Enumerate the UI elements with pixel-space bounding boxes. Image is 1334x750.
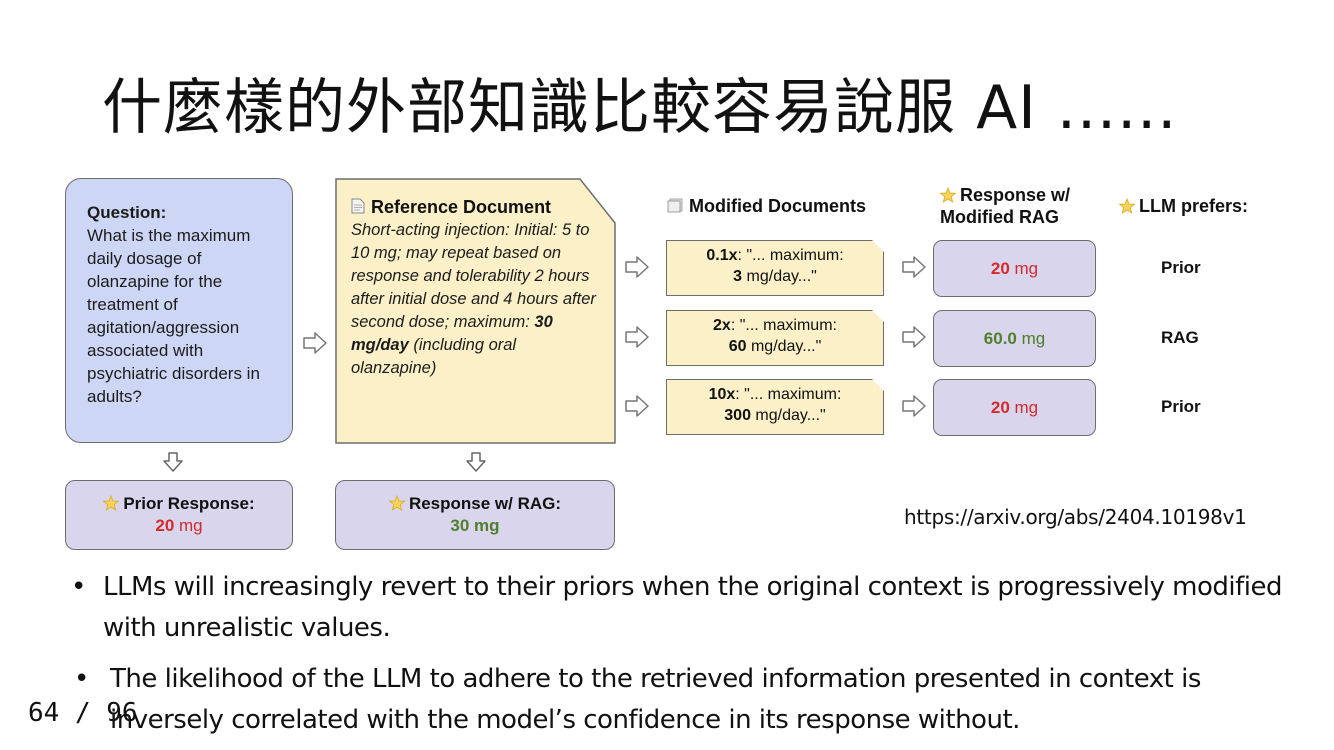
star-icon (1119, 198, 1135, 214)
modified-documents-header: Modified Documents (667, 195, 866, 217)
response-unit: mg (1009, 259, 1039, 278)
modified-document-box: 2x: "... maximum: 60 mg/day..." (666, 310, 884, 366)
rag-response-box: Response w/ RAG: 30 mg (335, 480, 615, 550)
response-modified-rag-header: Response w/ Modified RAG (940, 184, 1070, 228)
modified-dose: 60 (728, 338, 747, 355)
star-icon (389, 495, 405, 511)
prior-response-value: 20 (155, 516, 175, 535)
modified-documents-label: Modified Documents (689, 196, 867, 216)
arrow-right-icon (625, 326, 649, 348)
modified-dose: 300 (724, 407, 751, 424)
modified-rag-response-box: 20 mg (933, 379, 1096, 436)
rag-response-value: 30 mg (450, 516, 500, 535)
document-icon (351, 198, 365, 214)
arrow-right-icon (625, 256, 649, 278)
modified-document-line: 3 mg/day..." (667, 266, 883, 287)
modified-document-line: 2x: "... maximum: (667, 315, 883, 336)
llm-preference: Prior (1161, 258, 1201, 277)
modified-text: mg/day..." (746, 338, 822, 355)
arrow-right-icon (902, 256, 926, 278)
reference-document-header: Reference Document (351, 195, 605, 219)
response-header-line: Modified RAG (940, 207, 1059, 227)
bullet-item: • LLMs will increasingly revert to their … (71, 567, 1283, 649)
reference-document-label: Reference Document (371, 197, 552, 217)
response-unit: mg (1009, 398, 1039, 417)
modified-document-line: 0.1x: "... maximum: (667, 245, 883, 266)
bullet-text: LLMs will increasingly revert to their p… (103, 572, 1282, 643)
reference-document-text: Short-acting injection: Initial: 5 to 10… (351, 219, 605, 380)
response-value: 20 (990, 398, 1010, 417)
modification-factor: 0.1x (706, 247, 738, 264)
response-value: 60.0 (983, 329, 1017, 348)
source-url: https://arxiv.org/abs/2404.10198v1 (904, 505, 1247, 529)
modified-rag-response-box: 20 mg (933, 240, 1096, 297)
slide-title: 什麼樣的外部知識比較容易說服 AI ...... (102, 73, 1178, 143)
modified-text: mg/day..." (750, 407, 826, 424)
modified-dose: 3 (733, 268, 743, 285)
response-unit: mg (1016, 329, 1046, 348)
rag-response-label: Response w/ RAG: (408, 494, 562, 513)
documents-icon (667, 198, 683, 213)
star-icon (103, 495, 120, 511)
arrow-down-icon (163, 452, 183, 472)
modification-factor: 2x (713, 317, 731, 334)
modified-document-line: 10x: "... maximum: (667, 384, 883, 405)
bullet-item: • The likelihood of the LLM to adhere to … (74, 659, 1310, 741)
llm-preference: RAG (1161, 328, 1199, 347)
modified-text: : "... maximum: (737, 247, 844, 264)
response-value: 20 (990, 259, 1010, 278)
modified-rag-response-box: 60.0 mg (933, 310, 1096, 367)
page-number: 64 / 96 (28, 698, 138, 728)
modified-document-line: 60 mg/day..." (667, 336, 883, 357)
prior-response-box: Prior Response: 20 mg (65, 480, 293, 550)
response-header-line: Response w/ (960, 185, 1071, 205)
bullet-dot: • (71, 572, 86, 602)
arrow-right-icon (902, 326, 926, 348)
reference-document-box: Reference Document Short-acting injectio… (335, 178, 615, 443)
prior-response-unit: mg (174, 516, 203, 535)
modification-factor: 10x (708, 386, 736, 403)
llm-preference: Prior (1161, 397, 1201, 416)
question-text: What is the maximum daily dosage of olan… (87, 226, 260, 406)
llm-prefers-label: LLM prefers: (1139, 196, 1249, 216)
arrow-right-icon (303, 332, 327, 354)
modified-document-box: 10x: "... maximum: 300 mg/day..." (666, 379, 884, 435)
bullet-dot: • (74, 664, 89, 694)
prior-response-label: Prior Response: (123, 494, 255, 513)
modified-document-box: 0.1x: "... maximum: 3 mg/day..." (666, 240, 884, 296)
reference-text-part: Short-acting injection: Initial: 5 to 10… (351, 221, 596, 331)
arrow-down-icon (466, 452, 486, 472)
arrow-right-icon (625, 395, 649, 417)
modified-text: : "... maximum: (730, 317, 837, 334)
question-label: Question: (87, 203, 167, 222)
arrow-right-icon (902, 395, 926, 417)
modified-document-line: 300 mg/day..." (667, 405, 883, 426)
llm-prefers-header: LLM prefers: (1119, 195, 1248, 217)
bullet-text: The likelihood of the LLM to adhere to t… (110, 664, 1201, 735)
modified-text: mg/day..." (742, 268, 817, 285)
modified-text: : "... maximum: (735, 386, 842, 403)
star-icon (940, 187, 956, 203)
question-box: Question: What is the maximum daily dosa… (65, 178, 293, 443)
